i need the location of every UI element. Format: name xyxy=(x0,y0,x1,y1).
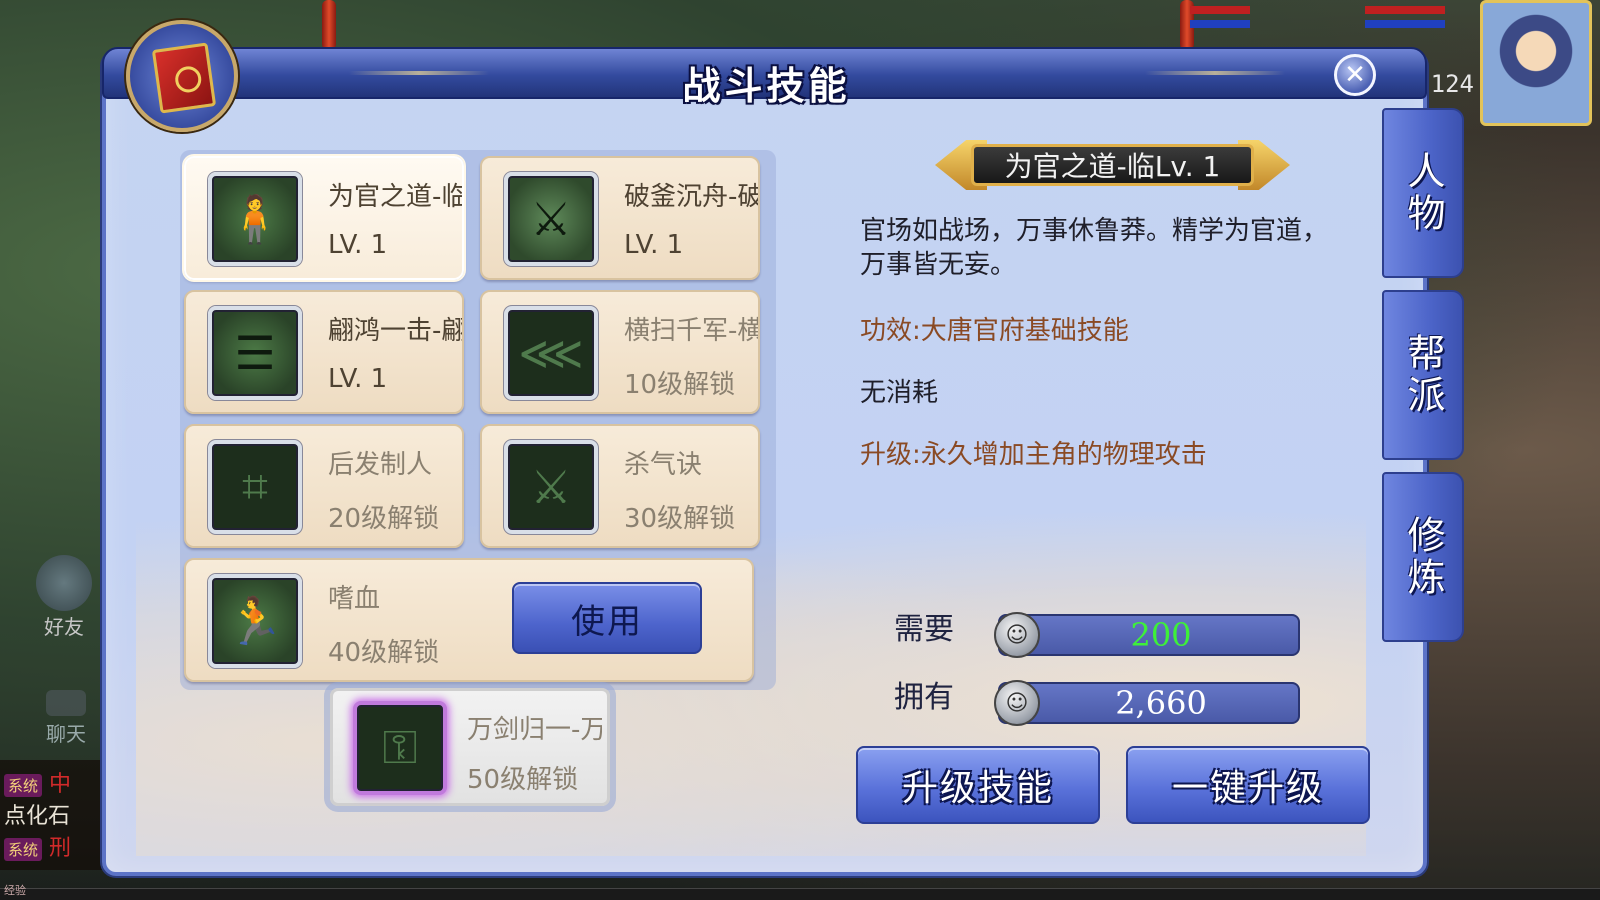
skill-name: 破釜沉舟-破 xyxy=(624,182,759,212)
experience-bar: 经验 xyxy=(0,884,1600,900)
skill-name: 为官之道-临 xyxy=(328,182,463,212)
upgrade-skill-button[interactable]: 升级技能 xyxy=(856,746,1100,824)
need-value: 200 xyxy=(998,614,1300,656)
unlock-requirement: 30级解锁 xyxy=(624,504,736,534)
skill-name: 嗜血 xyxy=(328,584,381,614)
player-level: 124 xyxy=(1430,70,1474,98)
skill-name: 万剑归一-万 xyxy=(467,715,602,745)
skill-description: 官场如战场，万事休鲁莽。精学为官道，万事皆无妄。 xyxy=(860,216,1329,280)
rope-decoration xyxy=(322,0,336,50)
tab-character[interactable]: 人物 xyxy=(1382,108,1464,278)
chat-bubble-icon xyxy=(46,690,86,716)
chat-button[interactable]: 聊天 xyxy=(36,690,96,747)
silver-coin-icon: ☺ xyxy=(994,680,1040,726)
tab-guild[interactable]: 帮派 xyxy=(1382,290,1464,460)
skill-card-houfazhiren[interactable]: ⌗ 后发制人 20级解锁 xyxy=(184,424,464,548)
friends-label: 好友 xyxy=(44,615,84,639)
figure-icon: 🧍 xyxy=(208,172,302,266)
window-title: 战斗技能 xyxy=(682,64,851,108)
have-label: 拥有 xyxy=(894,680,954,715)
running-strike-icon: 🏃 xyxy=(208,574,302,668)
scroll-icon: ☰ xyxy=(208,306,302,400)
skill-level: LV. 1 xyxy=(328,364,388,394)
system-tag: 系统 xyxy=(4,774,43,797)
player-avatar[interactable] xyxy=(1480,0,1592,126)
unlock-requirement: 40级解锁 xyxy=(328,638,440,668)
tab-cultivation[interactable]: 修炼 xyxy=(1382,472,1464,642)
unlock-requirement: 20级解锁 xyxy=(328,504,440,534)
title-bar: 战斗技能 xyxy=(102,47,1427,108)
chat-label: 聊天 xyxy=(46,722,86,746)
friends-button[interactable]: 好友 xyxy=(28,555,100,645)
skill-title: 为官之道-临Lv. 1 xyxy=(971,144,1254,186)
system-tag: 系统 xyxy=(4,838,43,861)
maze-icon: ⌗ xyxy=(208,440,302,534)
skill-book-icon xyxy=(126,20,238,132)
skill-title-banner: 为官之道-临Lv. 1 xyxy=(935,140,1290,190)
key-icon: ⚿ xyxy=(353,701,447,795)
skill-upgrade-effect: 升级:永久增加主角的物理攻击 xyxy=(860,440,1207,470)
skill-card-shaqijue[interactable]: ⚔ 杀气诀 30级解锁 xyxy=(480,424,760,548)
skill-name: 后发制人 xyxy=(328,450,433,480)
skill-effect: 功效:大唐官府基础技能 xyxy=(860,316,1129,346)
sword-slash-icon: ⚔ xyxy=(504,440,598,534)
silver-coin-icon: ☺ xyxy=(994,612,1040,658)
skill-level: LV. 1 xyxy=(624,230,684,260)
chevrons-icon: ⋘ xyxy=(504,306,598,400)
skill-name: 横扫千军-横 xyxy=(624,316,759,346)
skill-card-hengsaoqianjun[interactable]: ⋘ 横扫千军-横 10级解锁 xyxy=(480,290,760,414)
unlock-requirement: 10级解锁 xyxy=(624,370,736,400)
need-label: 需要 xyxy=(894,612,954,647)
crossed-blades-icon: ⚔ xyxy=(504,172,598,266)
system-log: 系统 中 点化石 系统 刑 xyxy=(0,760,105,870)
unlock-requirement: 50级解锁 xyxy=(467,765,579,795)
skill-cost: 无消耗 xyxy=(860,378,939,408)
skill-card-wanjianguiyi[interactable]: ⚿ 万剑归一-万 50级解锁 xyxy=(330,688,610,806)
close-icon: ✕ xyxy=(1344,60,1366,90)
friends-emblem-icon xyxy=(36,555,92,611)
have-value: 2,660 xyxy=(998,682,1300,724)
use-button[interactable]: 使用 xyxy=(512,582,702,654)
skill-card-weiguanzhidao[interactable]: 🧍 为官之道-临 LV. 1 xyxy=(184,156,464,280)
skill-name: 翩鸿一击-翩 xyxy=(328,316,463,346)
skill-name: 杀气诀 xyxy=(624,450,703,480)
close-button[interactable]: ✕ xyxy=(1334,54,1376,96)
one-click-upgrade-button[interactable]: 一键升级 xyxy=(1126,746,1370,824)
skill-card-pianhongyiji[interactable]: ☰ 翩鸿一击-翩 LV. 1 xyxy=(184,290,464,414)
log-line: 系统 刑 xyxy=(4,830,101,862)
skill-card-shixue[interactable]: 🏃 嗜血 40级解锁 使用 xyxy=(184,558,754,682)
skill-level: LV. 1 xyxy=(328,230,388,260)
log-line: 点化石 xyxy=(4,804,71,829)
skill-card-pofuchenzhou[interactable]: ⚔ 破釜沉舟-破 LV. 1 xyxy=(480,156,760,280)
log-line: 系统 中 xyxy=(4,766,101,798)
